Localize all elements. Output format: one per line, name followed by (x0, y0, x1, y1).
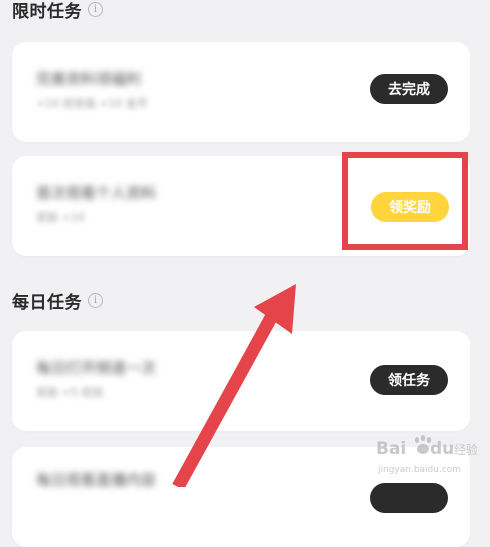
task-card-reward: 首次观看个人资料 奖励 +10 领奖励 (12, 156, 470, 256)
task-subtitle: +10 经验值 +10 金币 (36, 97, 148, 110)
info-icon[interactable]: i (88, 2, 103, 17)
task-title: 首次观看个人资料 (36, 184, 157, 202)
section-header-daily: 每日任务 i (12, 288, 103, 313)
claim-reward-button[interactable]: 领奖励 (371, 192, 449, 222)
task-card-daily-open: 每日打开频道一次 奖励 +5 经验 领任务 (12, 331, 470, 431)
task-title: 完善资料领福利 (36, 70, 142, 88)
take-task-button[interactable]: 领任务 (370, 365, 448, 395)
task-card-daily-watch: 每日观看直播内容 (12, 447, 470, 547)
section-title-daily: 每日任务 (12, 293, 82, 313)
section-header-limited: 限时任务 i (12, 0, 103, 22)
go-complete-button[interactable]: 去完成 (370, 74, 448, 104)
task-action-button[interactable] (370, 483, 448, 513)
task-title: 每日打开频道一次 (36, 359, 157, 377)
section-title-limited: 限时任务 (12, 2, 82, 22)
task-subtitle: 奖励 +10 (36, 211, 85, 224)
task-card-complete-profile: 完善资料领福利 +10 经验值 +10 金币 去完成 (12, 42, 470, 142)
task-subtitle: 奖励 +5 经验 (36, 386, 104, 399)
info-icon[interactable]: i (88, 293, 103, 308)
